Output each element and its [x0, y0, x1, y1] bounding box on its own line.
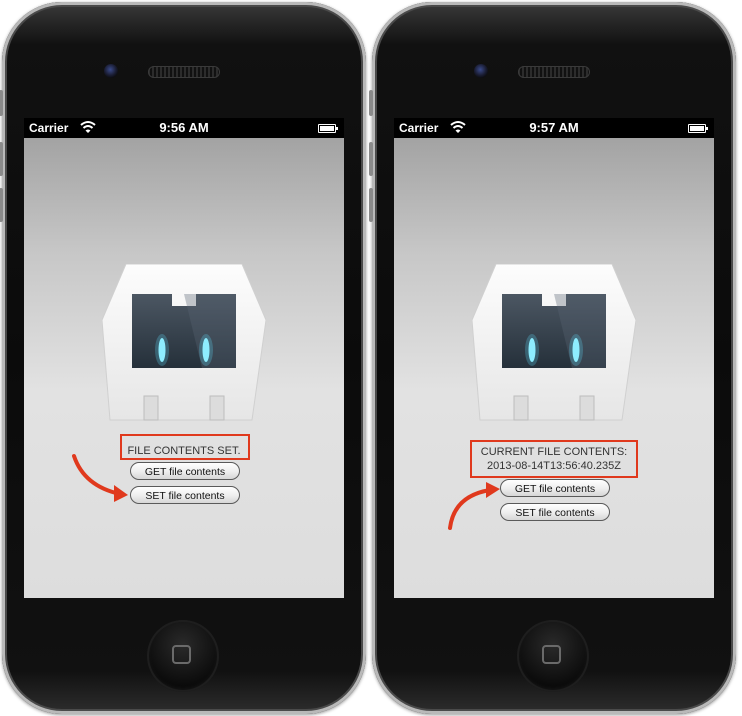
get-file-contents-button[interactable]: GET file contents	[500, 479, 610, 497]
home-button[interactable]	[517, 620, 589, 692]
volume-down-button	[0, 188, 3, 222]
phone-right: Carrier 9:57 AM CURRENT FILE CONTENTS: 2…	[369, 2, 736, 714]
home-button[interactable]	[147, 620, 219, 692]
app-content: CURRENT FILE CONTENTS: 2013-08-14T13:56:…	[394, 138, 714, 598]
set-file-contents-button[interactable]: SET file contents	[500, 503, 610, 521]
volume-down-button	[369, 188, 373, 222]
status-bar: Carrier 9:56 AM	[24, 118, 344, 138]
battery-icon	[688, 124, 708, 133]
annotation-arrow-icon	[448, 482, 500, 530]
home-icon	[542, 645, 561, 664]
get-file-contents-button[interactable]: GET file contents	[130, 462, 240, 480]
cordova-logo-icon	[472, 264, 636, 421]
mute-switch	[369, 90, 373, 116]
status-time: 9:56 AM	[159, 120, 209, 135]
cordova-logo-icon	[102, 264, 266, 421]
app-content: FILE CONTENTS SET. GET file contents SET…	[24, 138, 344, 598]
screen: Carrier 9:57 AM CURRENT FILE CONTENTS: 2…	[394, 118, 714, 598]
phone-left: Carrier 9:56 AM FILE CONTENTS SET. GET f…	[0, 2, 366, 714]
set-file-contents-button[interactable]: SET file contents	[130, 486, 240, 504]
camera-icon	[104, 64, 118, 78]
volume-up-button	[369, 142, 373, 176]
speaker-grille	[518, 66, 590, 78]
home-icon	[172, 645, 191, 664]
volume-up-button	[0, 142, 3, 176]
speaker-grille	[148, 66, 220, 78]
status-time: 9:57 AM	[529, 120, 579, 135]
screen: Carrier 9:56 AM FILE CONTENTS SET. GET f…	[24, 118, 344, 598]
camera-icon	[474, 64, 488, 78]
message-line-1: CURRENT FILE CONTENTS:	[480, 446, 628, 458]
annotation-arrow-icon	[72, 454, 128, 502]
mute-switch	[0, 90, 3, 116]
message-line-2: 2013-08-14T13:56:40.235Z	[487, 460, 621, 472]
status-bar: Carrier 9:57 AM	[394, 118, 714, 138]
battery-icon	[318, 124, 338, 133]
